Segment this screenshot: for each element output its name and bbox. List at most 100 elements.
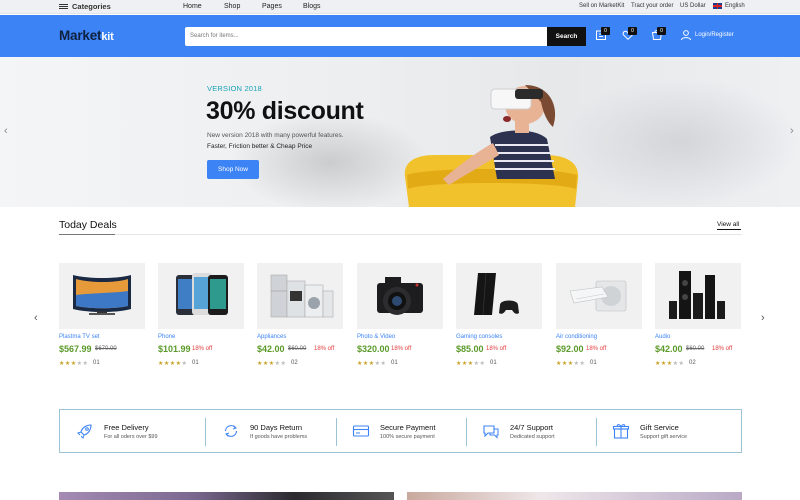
product-price: $567.99 xyxy=(59,344,92,354)
service-divider xyxy=(205,418,206,446)
main-header: Marketkit Search for items... Search 0 0… xyxy=(0,15,800,57)
product-card[interactable]: Phone $101.99 18% off ★★★★★ 01 xyxy=(158,263,244,367)
review-count: 01 xyxy=(93,360,100,366)
nav-pages[interactable]: Pages xyxy=(262,3,282,10)
rating-stars: ★★★★★ xyxy=(257,361,287,367)
product-card[interactable]: Appliances $42.00 $60.00 18% off ★★★★★ 0… xyxy=(257,263,343,367)
search-button[interactable]: Search xyxy=(547,27,586,46)
rating-stars: ★★★★★ xyxy=(158,361,188,367)
categories-menu[interactable]: Categories xyxy=(59,2,111,11)
product-name[interactable]: Gaming consoles xyxy=(456,334,502,340)
search-input[interactable]: Search for items... xyxy=(185,27,547,46)
services-bar: Free Delivery For all oders over $99 90 … xyxy=(59,409,742,453)
return-icon xyxy=(224,425,238,437)
sell-link[interactable]: Sell on MarketKit xyxy=(579,3,624,9)
rocket-icon xyxy=(77,424,92,439)
tv-icon xyxy=(73,275,131,315)
review-count: 02 xyxy=(291,360,298,366)
product-name[interactable]: Appliances xyxy=(257,334,286,340)
product-price: $320.00 xyxy=(357,344,390,354)
categories-label: Categories xyxy=(72,2,111,11)
product-discount: 18% off xyxy=(712,346,733,352)
product-card[interactable]: Audio $42.00 $60.00 18% off ★★★★★ 02 xyxy=(655,263,741,367)
uk-flag-icon xyxy=(713,3,722,9)
promo-banner-left[interactable] xyxy=(59,492,394,500)
review-count: 01 xyxy=(590,360,597,366)
speakers-icon xyxy=(669,271,725,319)
service-description: For all oders over $99 xyxy=(104,434,158,440)
support-chat-icon xyxy=(483,425,499,439)
service-title: Gift Service xyxy=(640,423,679,432)
product-price: $101.99 xyxy=(158,344,191,354)
deals-divider xyxy=(59,234,742,235)
service-description: 100% secure payment xyxy=(380,434,435,440)
air-conditioner-icon xyxy=(569,280,627,312)
nav-home[interactable]: Home xyxy=(183,3,202,10)
logo[interactable]: Marketkit xyxy=(59,28,114,43)
product-name[interactable]: Phone xyxy=(158,334,175,340)
console-icon xyxy=(474,272,519,316)
product-old-price: $670.00 xyxy=(95,346,117,352)
login-register-link[interactable]: Login/Register xyxy=(695,32,734,38)
product-card[interactable]: Plastma TV set $567.99 $670.00 ★★★★★ 01 xyxy=(59,263,145,367)
service-divider xyxy=(466,418,467,446)
product-name[interactable]: Audio xyxy=(655,334,670,340)
product-image[interactable] xyxy=(357,263,443,329)
product-discount: 18% off xyxy=(486,346,507,352)
rating-stars: ★★★★★ xyxy=(59,361,89,367)
product-card[interactable]: Air conditioning $92.00 18% off ★★★★★ 01 xyxy=(556,263,642,367)
nav-shop[interactable]: Shop xyxy=(224,3,240,10)
language-selector[interactable]: English xyxy=(725,3,745,9)
product-name[interactable]: Plastma TV set xyxy=(59,334,100,340)
product-image[interactable] xyxy=(456,263,542,329)
service-title: 90 Days Return xyxy=(250,423,303,432)
user-icon[interactable] xyxy=(680,29,692,41)
product-image[interactable] xyxy=(59,263,145,329)
currency-selector[interactable]: US Dollar xyxy=(680,3,706,9)
review-count: 01 xyxy=(192,360,199,366)
logo-accent: kit xyxy=(101,31,114,43)
hero-prev-arrow-icon[interactable]: ‹ xyxy=(4,125,8,137)
service-divider xyxy=(596,418,597,446)
product-image[interactable] xyxy=(556,263,642,329)
product-card[interactable]: Gaming consoles $85.00 18% off ★★★★★ 01 xyxy=(456,263,542,367)
product-image[interactable] xyxy=(655,263,741,329)
product-discount: 18% off xyxy=(586,346,607,352)
product-price: $42.00 xyxy=(257,344,285,354)
product-name[interactable]: Photo & Video xyxy=(357,334,395,340)
product-discount: 18% off xyxy=(192,346,213,352)
phone-icon xyxy=(176,273,228,315)
shop-now-button[interactable]: Shop Now xyxy=(207,160,259,179)
review-count: 02 xyxy=(689,360,696,366)
hero-headline: 30% discount xyxy=(206,97,364,125)
hero-background-haze-right xyxy=(560,77,800,207)
hamburger-icon xyxy=(59,3,68,10)
hero-line-1: New version 2018 with many powerful feat… xyxy=(207,132,344,139)
service-title: Free Delivery xyxy=(104,423,149,432)
rating-stars: ★★★★★ xyxy=(456,361,486,367)
review-count: 01 xyxy=(391,360,398,366)
hero-next-arrow-icon[interactable]: › xyxy=(790,125,794,137)
hero-version: VERSION 2018 xyxy=(207,84,262,93)
product-price: $85.00 xyxy=(456,344,484,354)
view-all-underline xyxy=(717,229,741,230)
vr-woman-chair-image xyxy=(404,85,579,207)
rating-stars: ★★★★★ xyxy=(655,361,685,367)
track-order-link[interactable]: Tract your order xyxy=(631,3,673,9)
product-card[interactable]: Photo & Video $320.00 18% off ★★★★★ 01 xyxy=(357,263,443,367)
cart-count-badge: 0 xyxy=(657,27,666,35)
product-name[interactable]: Air conditioning xyxy=(556,334,597,340)
promo-banner-right[interactable] xyxy=(407,492,742,500)
top-bar: Categories Home Shop Pages Blogs Sell on… xyxy=(0,0,800,14)
camera-icon xyxy=(377,277,423,315)
product-image[interactable] xyxy=(158,263,244,329)
deals-prev-arrow-icon[interactable]: ‹ xyxy=(34,312,38,324)
nav-blogs[interactable]: Blogs xyxy=(303,3,321,10)
hero-banner: ‹ › VERSION 2018 30% discount New versio… xyxy=(0,57,800,207)
product-image[interactable] xyxy=(257,263,343,329)
product-old-price: $60.00 xyxy=(288,346,307,352)
service-description: Support gift service xyxy=(640,434,688,440)
view-all-link[interactable]: View all xyxy=(717,221,739,228)
logo-main: Market xyxy=(59,28,102,43)
deals-next-arrow-icon[interactable]: › xyxy=(761,312,765,324)
